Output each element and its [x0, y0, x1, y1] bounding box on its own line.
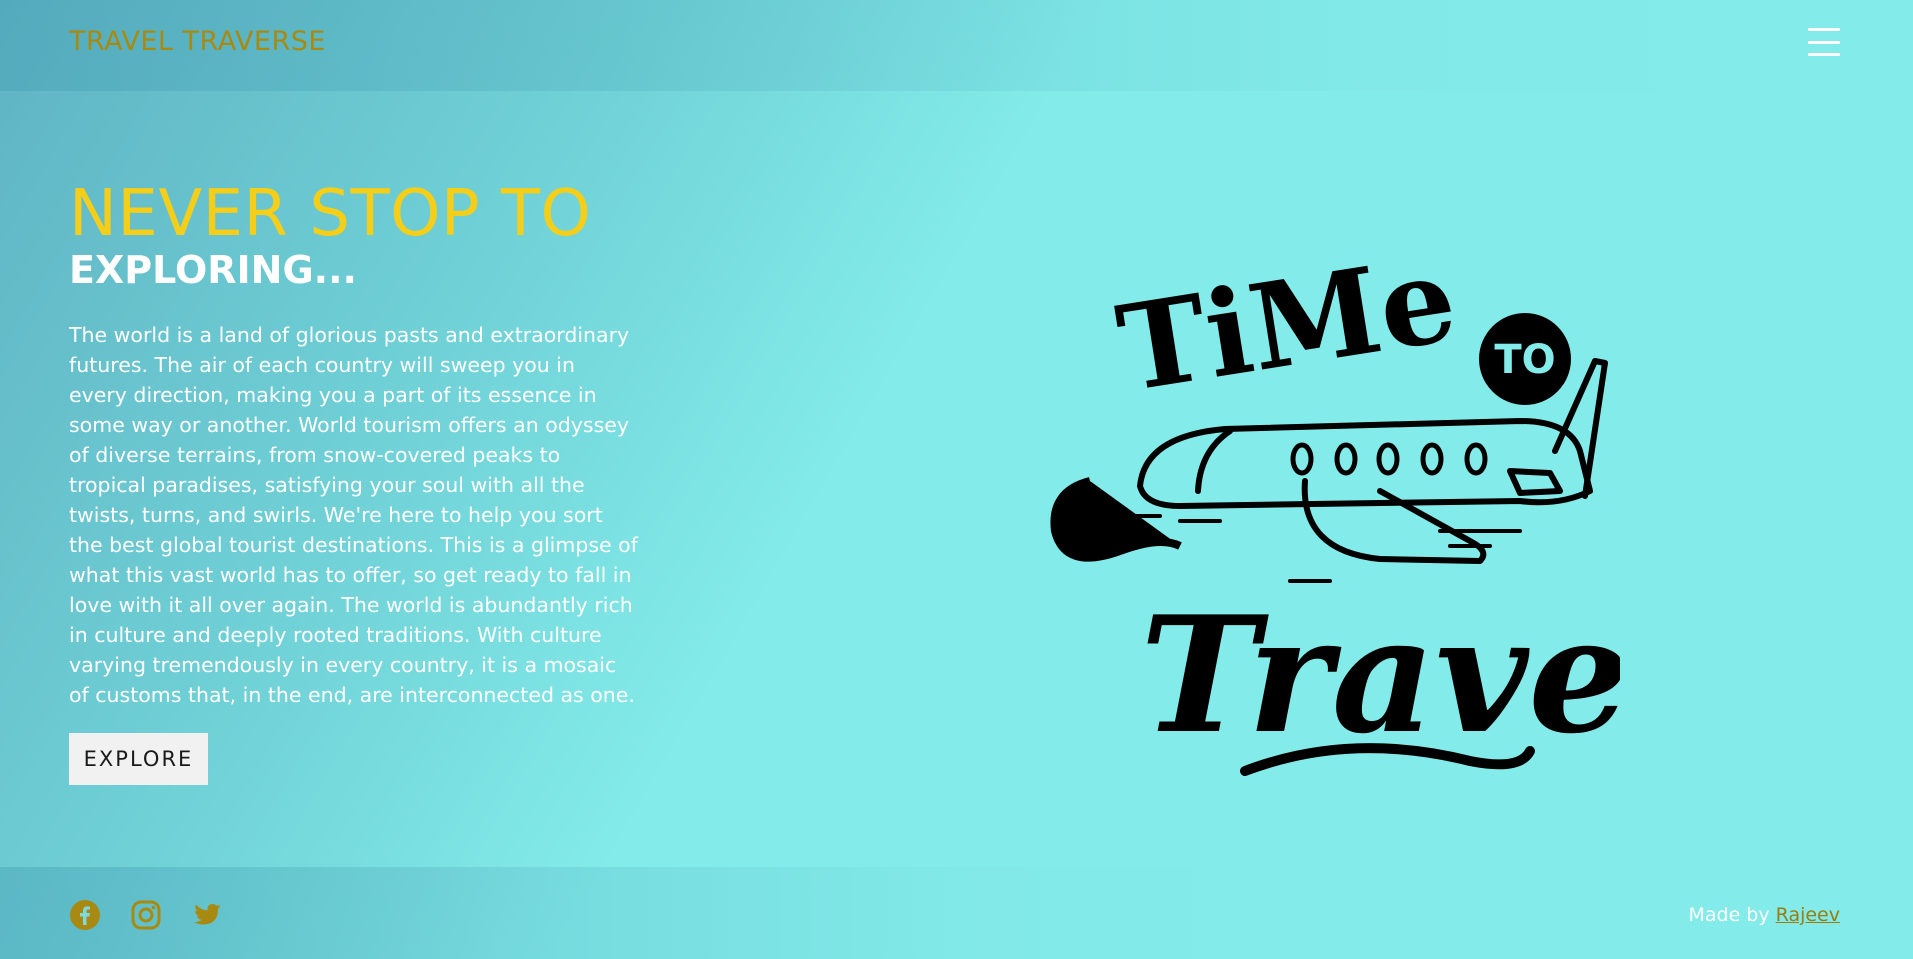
hero-headline: NEVER STOP TO: [69, 177, 592, 251]
hero-section: NEVER STOP TO EXPLORING... The world is …: [0, 91, 1913, 867]
illustration-word-to: TO: [1494, 337, 1555, 383]
time-to-travel-illustration: TiMe TO Trave: [1050, 228, 1691, 811]
instagram-icon[interactable]: [130, 899, 162, 931]
menu-bar: [1808, 40, 1840, 44]
facebook-icon[interactable]: [69, 899, 101, 931]
hero-description: The world is a land of glorious pasts an…: [69, 323, 638, 707]
site-logo[interactable]: TRAVEL TRAVERSE: [69, 26, 326, 57]
menu-bar: [1808, 53, 1840, 56]
social-links: [69, 899, 223, 931]
twitter-icon[interactable]: [191, 899, 223, 931]
credit-text: Made by Rajeev: [1688, 904, 1840, 926]
hamburger-menu-icon[interactable]: [1808, 28, 1840, 56]
menu-bar: [1808, 28, 1840, 31]
hero-subheadline: EXPLORING...: [69, 248, 357, 292]
credit-prefix: Made by: [1688, 904, 1770, 926]
site-header: TRAVEL TRAVERSE: [0, 0, 1913, 91]
illustration-word-time: TiMe: [1109, 251, 1465, 419]
site-footer: Made by Rajeev: [0, 867, 1913, 959]
explore-button[interactable]: EXPLORE: [69, 733, 208, 785]
author-link[interactable]: Rajeev: [1776, 904, 1840, 926]
illustration-word-travel: Travel: [1140, 581, 1620, 769]
